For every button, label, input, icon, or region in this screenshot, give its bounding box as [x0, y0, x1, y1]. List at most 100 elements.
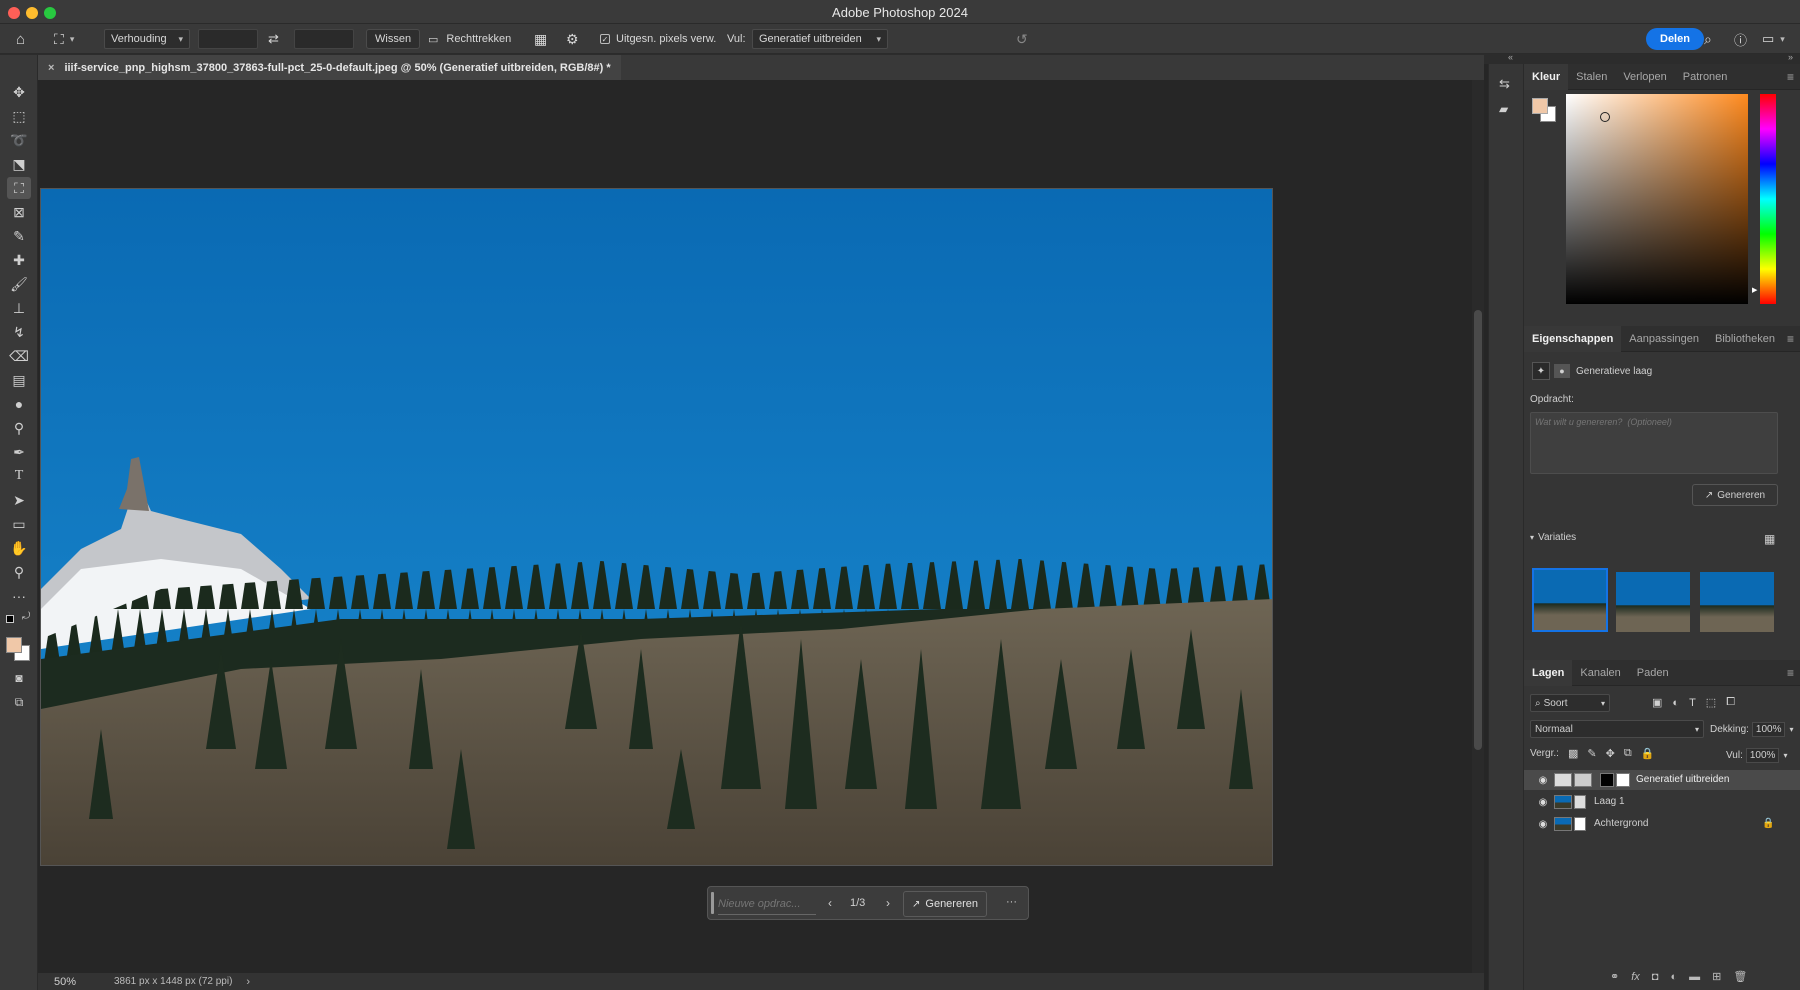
eraser-tool-icon[interactable]: ⌫	[7, 345, 31, 367]
home-icon[interactable]: ⌂	[16, 29, 25, 49]
layer-row-background[interactable]: ◉ Achtergrond 🔒	[1524, 814, 1800, 834]
panel-menu-icon[interactable]: ≡	[1787, 70, 1794, 84]
chevron-left-icon[interactable]: ‹	[828, 896, 832, 910]
layer-row-laag1[interactable]: ◉ Laag 1	[1524, 792, 1800, 812]
screen-mode-icon[interactable]: ⧉	[7, 691, 31, 713]
lock-image-icon[interactable]: ✎	[1587, 747, 1596, 760]
tab-adjustments[interactable]: Aanpassingen	[1621, 326, 1707, 352]
chevron-down-icon[interactable]: ▾	[1789, 725, 1793, 734]
layer-row-generative[interactable]: ◉ Generatief uitbreiden	[1524, 770, 1800, 790]
properties-generate-button[interactable]: ↗ Genereren	[1692, 484, 1778, 506]
swap-colors-icon[interactable]: ⤾	[22, 611, 30, 622]
swap-icon[interactable]: ⇄	[268, 29, 279, 49]
pen-tool-icon[interactable]: ✒	[7, 441, 31, 463]
tab-swatches[interactable]: Stalen	[1568, 64, 1615, 90]
lock-position-icon[interactable]: ✥	[1606, 747, 1615, 760]
fx-icon[interactable]: fx	[1631, 971, 1640, 983]
vertical-scroll-thumb[interactable]	[1474, 310, 1482, 750]
color-swatches[interactable]	[1532, 98, 1556, 122]
lock-artboard-icon[interactable]: ⧉	[1624, 747, 1632, 760]
add-mask-icon[interactable]: ◘	[1652, 971, 1659, 983]
color-picker-handle[interactable]	[1600, 112, 1610, 122]
prompt-textarea[interactable]	[1530, 412, 1778, 474]
type-filter-icon[interactable]: T	[1689, 697, 1696, 709]
new-layer-icon[interactable]: ⊞	[1712, 970, 1721, 983]
fill-select[interactable]: Generatief uitbreiden ▾	[752, 29, 888, 49]
document-canvas-image[interactable]	[40, 188, 1273, 866]
comments-panel-icon[interactable]: ▰	[1499, 102, 1508, 116]
quick-mask-icon[interactable]: ◙	[7, 667, 31, 689]
layer-filter-select[interactable]: ⌕ Soort ▾	[1530, 694, 1610, 712]
document-tab[interactable]: × iiif-service_pnp_highsm_37800_37863-fu…	[38, 55, 621, 80]
tab-gradients[interactable]: Verlopen	[1615, 64, 1674, 90]
panel-menu-icon[interactable]: ≡	[1787, 332, 1794, 346]
tab-channels[interactable]: Kanalen	[1572, 660, 1628, 686]
link-layers-icon[interactable]: ⚭	[1610, 970, 1619, 983]
marquee-tool-icon[interactable]: ⬚	[7, 105, 31, 127]
zoom-level[interactable]: 50%	[54, 976, 98, 988]
smart-object-filter-icon[interactable]: ⧠	[1726, 696, 1735, 709]
default-colors-icon[interactable]	[6, 615, 14, 623]
color-picker-field[interactable]	[1566, 94, 1748, 304]
tab-color[interactable]: Kleur	[1524, 63, 1569, 90]
more-options-icon[interactable]: ···	[1006, 896, 1017, 908]
help-icon[interactable]: ⓘ	[1734, 29, 1747, 49]
hand-tool-icon[interactable]: ✋	[7, 537, 31, 559]
drag-handle[interactable]	[711, 892, 714, 914]
gear-icon[interactable]: ⚙	[566, 29, 579, 49]
foreground-swatch[interactable]	[1532, 98, 1548, 114]
grid-view-icon[interactable]: ▦	[1764, 532, 1775, 546]
generate-button[interactable]: ↗ Genereren	[903, 891, 987, 917]
height-field[interactable]	[294, 29, 354, 49]
straighten-button[interactable]: ▭ Rechttrekken	[428, 29, 511, 49]
zoom-tool-icon[interactable]: ⚲	[7, 561, 31, 583]
stamp-tool-icon[interactable]: ⊥	[7, 297, 31, 319]
variation-thumbnail-1[interactable]	[1532, 568, 1608, 632]
tab-properties[interactable]: Eigenschappen	[1524, 325, 1622, 352]
history-panel-icon[interactable]: ⇆	[1499, 76, 1510, 92]
clear-button[interactable]: Wissen	[366, 29, 421, 49]
visibility-eye-icon[interactable]: ◉	[1536, 797, 1550, 808]
status-menu-arrow[interactable]: ›	[246, 976, 250, 988]
shape-filter-icon[interactable]: ⬚	[1706, 696, 1716, 709]
vertical-scrollbar[interactable]	[1472, 80, 1484, 973]
adjustment-filter-icon[interactable]: ◐	[1672, 697, 1679, 709]
blend-mode-select[interactable]: Normaal ▾	[1530, 720, 1704, 738]
search-icon[interactable]: ⌕	[1704, 29, 1712, 49]
lock-all-icon[interactable]: 🔒	[1641, 747, 1655, 760]
crop-tool-preset-icon[interactable]: ⛶ ▾	[54, 29, 74, 49]
blur-tool-icon[interactable]: ●	[7, 393, 31, 415]
variations-header[interactable]: ▾ Variaties	[1530, 532, 1576, 543]
opacity-field[interactable]: 100%	[1751, 722, 1786, 737]
fill-field[interactable]: 100%	[1745, 748, 1780, 763]
delete-layer-icon[interactable]: 🗑	[1733, 970, 1747, 983]
image-filter-icon[interactable]: ▣	[1652, 696, 1662, 709]
adjustment-layer-icon[interactable]: ◐	[1670, 971, 1677, 983]
hue-slider[interactable]	[1760, 94, 1776, 304]
healing-tool-icon[interactable]: ✚	[7, 249, 31, 271]
dodge-tool-icon[interactable]: ⚲	[7, 417, 31, 439]
panel-menu-icon[interactable]: ≡	[1787, 666, 1794, 680]
ratio-select[interactable]: Verhouding ▾	[104, 29, 190, 49]
rectangle-tool-icon[interactable]: ▭	[7, 513, 31, 535]
more-tools-icon[interactable]: ···	[7, 585, 31, 607]
path-select-tool-icon[interactable]: ➤	[7, 489, 31, 511]
collapse-panels-icon[interactable]: »	[1788, 52, 1793, 62]
lasso-tool-icon[interactable]: ➰	[7, 129, 31, 151]
visibility-eye-icon[interactable]: ◉	[1536, 819, 1550, 830]
workspace-icon[interactable]: ▭ ▾	[1762, 29, 1785, 49]
lock-transparent-icon[interactable]: ▩	[1568, 747, 1578, 760]
prompt-input[interactable]	[718, 893, 816, 915]
tab-libraries[interactable]: Bibliotheken	[1707, 326, 1783, 352]
reset-icon[interactable]: ↺	[1016, 29, 1028, 49]
variation-thumbnail-2[interactable]	[1616, 572, 1690, 632]
grid-overlay-icon[interactable]: ▦	[534, 29, 547, 49]
share-button[interactable]: Delen	[1646, 28, 1704, 50]
new-group-icon[interactable]: ▬	[1689, 971, 1700, 983]
type-tool-icon[interactable]: T	[7, 465, 31, 487]
hue-slider-handle[interactable]: ▶	[1752, 286, 1757, 294]
move-tool-icon[interactable]: ✥	[7, 81, 31, 103]
delete-pixels-checkbox[interactable]: ✓ Uitgesn. pixels verw.	[600, 29, 716, 49]
crop-tool-icon[interactable]: ⛶	[7, 177, 31, 199]
width-field[interactable]	[198, 29, 258, 49]
